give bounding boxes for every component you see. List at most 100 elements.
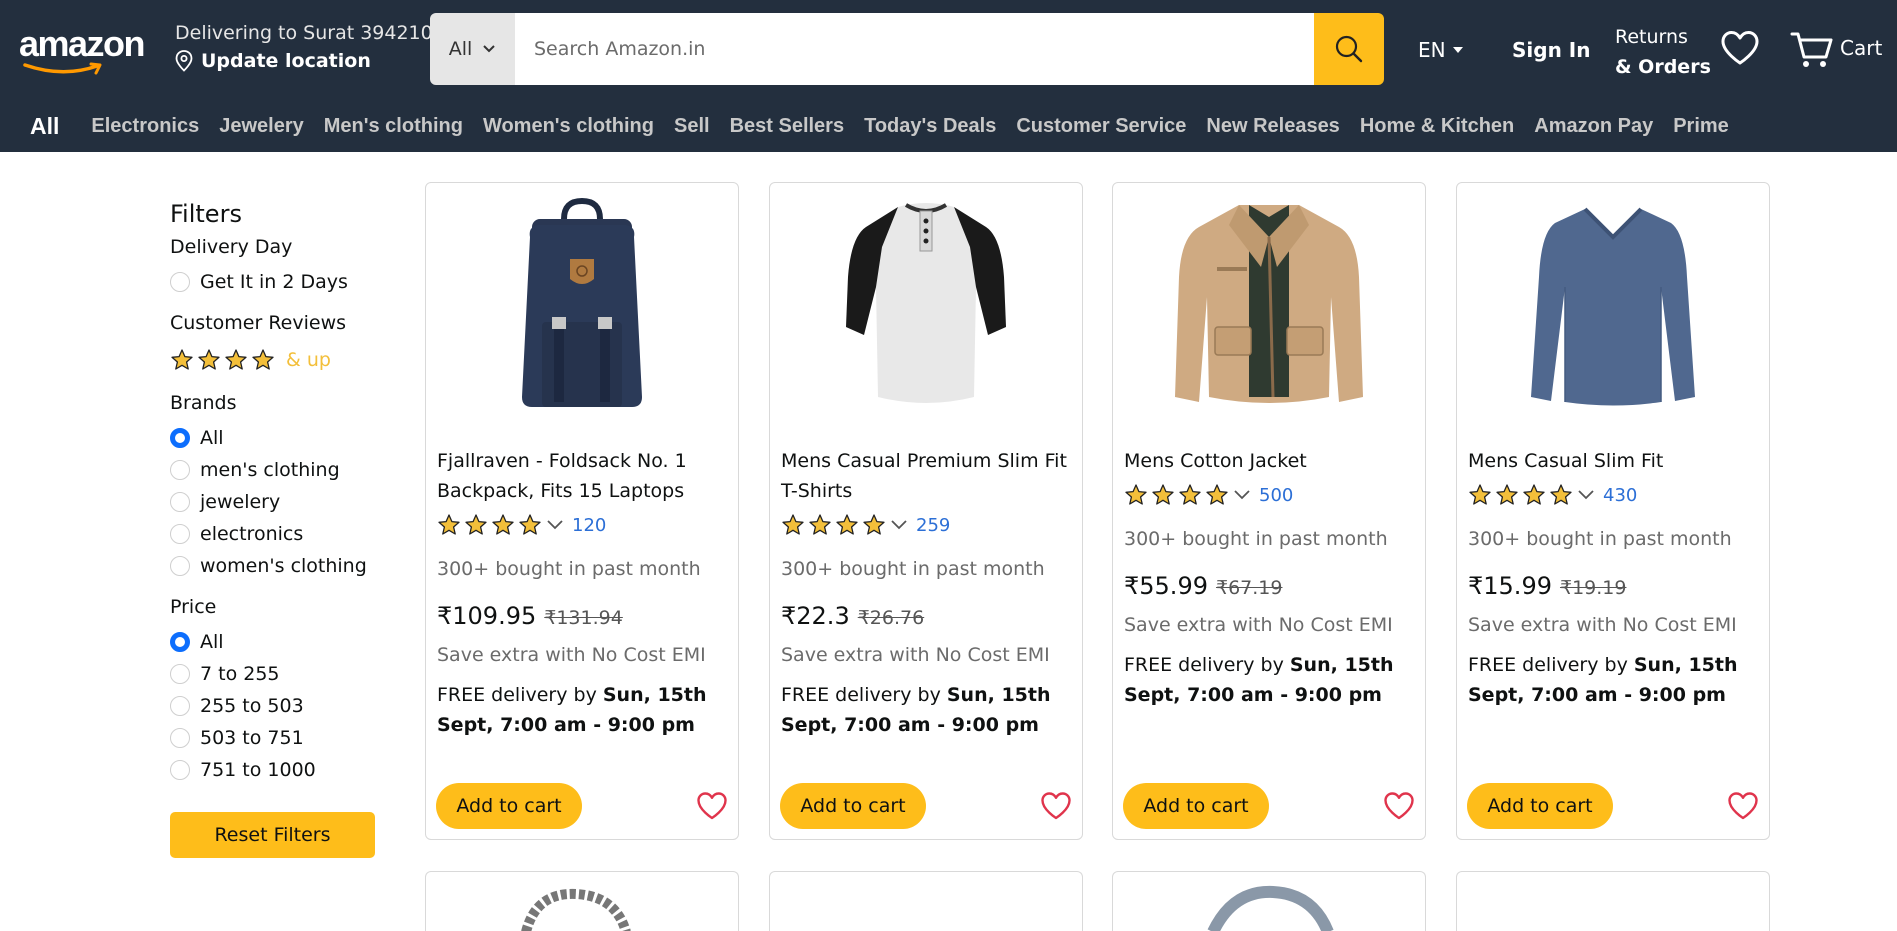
product-rating[interactable]: 500	[1124, 478, 1417, 512]
rating-count[interactable]: 120	[572, 515, 606, 536]
current-price: ₹109.95	[437, 602, 537, 630]
product-card[interactable]: Mens Casual Slim Fit 430 300+ bought in …	[1456, 182, 1770, 840]
nav-item-sell[interactable]: Sell	[674, 115, 710, 138]
radio-button[interactable]	[170, 272, 190, 292]
radio-button[interactable]	[170, 728, 190, 748]
brand-option-womens-clothing[interactable]: women's clothing	[170, 550, 380, 582]
nav-all[interactable]: All	[30, 113, 59, 140]
nav-item-mens-clothing[interactable]: Men's clothing	[324, 115, 463, 138]
radio-button[interactable]	[170, 556, 190, 576]
search-input[interactable]	[515, 13, 1314, 85]
heart-icon	[1721, 31, 1759, 65]
brand-option-electronics[interactable]: electronics	[170, 518, 380, 550]
product-card[interactable]: Mens Casual Premium Slim Fit T-Shirts 25…	[769, 182, 1083, 840]
price-option-7-255[interactable]: 7 to 255	[170, 658, 380, 690]
radio-button[interactable]	[170, 524, 190, 544]
product-rating[interactable]: 430	[1468, 478, 1761, 512]
reviews-4-stars-up-filter[interactable]: & up	[170, 342, 380, 378]
current-price: ₹55.99	[1124, 572, 1208, 600]
product-title[interactable]: Mens Casual Premium Slim Fit T-Shirts	[781, 446, 1074, 506]
nav-item-jewelery[interactable]: Jewelery	[219, 115, 304, 138]
star-icon	[252, 349, 274, 370]
price-option-751-1000[interactable]: 751 to 1000	[170, 754, 380, 786]
radio-button[interactable]	[170, 664, 190, 684]
product-title[interactable]: Mens Casual Slim Fit	[1468, 446, 1761, 476]
delivery-option-2-days[interactable]: Get It in 2 Days	[170, 266, 380, 298]
nav-item-todays-deals[interactable]: Today's Deals	[864, 115, 996, 138]
wishlist-heart-icon[interactable]	[1727, 791, 1759, 821]
product-image-ring[interactable]	[1113, 872, 1425, 931]
star-icon	[225, 349, 247, 370]
product-card[interactable]: Mens Cotton Jacket 500 300+ bought in pa…	[1112, 182, 1426, 840]
radio-button[interactable]	[170, 428, 190, 448]
price-option-all[interactable]: All	[170, 626, 380, 658]
product-rating[interactable]: 259	[781, 508, 1074, 542]
product-card[interactable]	[769, 871, 1083, 931]
returns-orders-link[interactable]: Returns & Orders	[1615, 22, 1711, 82]
search-category-dropdown[interactable]: All	[430, 13, 515, 85]
bought-count: 300+ bought in past month	[1468, 528, 1732, 550]
search-button[interactable]	[1314, 13, 1384, 85]
product-image-raglan-tshirt[interactable]	[770, 197, 1082, 412]
product-title[interactable]: Mens Cotton Jacket	[1124, 446, 1417, 476]
emi-text: Save extra with No Cost EMI	[437, 644, 706, 666]
product-image-jacket[interactable]	[1113, 197, 1425, 412]
nav-item-best-sellers[interactable]: Best Sellers	[730, 115, 845, 138]
add-to-cart-button[interactable]: Add to cart	[1467, 783, 1613, 829]
radio-button[interactable]	[170, 696, 190, 716]
radio-button[interactable]	[170, 492, 190, 512]
star-icon	[1523, 484, 1545, 505]
emi-text: Save extra with No Cost EMI	[1468, 614, 1737, 636]
brand-option-mens-clothing[interactable]: men's clothing	[170, 454, 380, 486]
nav-item-electronics[interactable]: Electronics	[91, 115, 199, 138]
chevron-down-icon	[891, 520, 907, 530]
price-option-255-503[interactable]: 255 to 503	[170, 690, 380, 722]
rating-count[interactable]: 500	[1259, 485, 1293, 506]
category-nav: All Electronics Jewelery Men's clothing …	[0, 100, 1897, 152]
sign-in-link[interactable]: Sign In	[1512, 38, 1590, 62]
price-option-503-751[interactable]: 503 to 751	[170, 722, 380, 754]
product-card[interactable]	[1112, 871, 1426, 931]
product-image-backpack[interactable]	[426, 197, 738, 412]
delivery-location[interactable]: Delivering to Surat 394210 Update locati…	[175, 22, 433, 72]
reset-filters-button[interactable]: Reset Filters	[170, 812, 375, 858]
update-location-link[interactable]: Update location	[201, 50, 371, 72]
brand-option-jewelery[interactable]: jewelery	[170, 486, 380, 518]
language-selector[interactable]: EN	[1418, 38, 1464, 62]
and-up-label: & up	[286, 349, 331, 371]
rating-count[interactable]: 259	[916, 515, 950, 536]
filters-panel: Filters Delivery Day Get It in 2 Days Cu…	[170, 200, 380, 858]
delivery-info: FREE delivery by Sun, 15th Sept, 7:00 am…	[1124, 654, 1394, 706]
nav-item-customer-service[interactable]: Customer Service	[1016, 115, 1186, 138]
nav-item-prime[interactable]: Prime	[1673, 115, 1729, 138]
nav-item-new-releases[interactable]: New Releases	[1206, 115, 1339, 138]
radio-button[interactable]	[170, 760, 190, 780]
product-image-longsleeve[interactable]	[1457, 197, 1769, 412]
nav-item-amazon-pay[interactable]: Amazon Pay	[1534, 115, 1653, 138]
rating-count[interactable]: 430	[1603, 485, 1637, 506]
nav-item-womens-clothing[interactable]: Women's clothing	[483, 115, 654, 138]
amazon-logo[interactable]: amazon	[19, 26, 149, 78]
add-to-cart-button[interactable]: Add to cart	[1123, 783, 1269, 829]
product-rating[interactable]: 120	[437, 508, 730, 542]
radio-button[interactable]	[170, 460, 190, 480]
product-title[interactable]: Fjallraven - Foldsack No. 1 Backpack, Fi…	[437, 446, 730, 506]
wishlist-heart-icon[interactable]	[696, 791, 728, 821]
cart-button[interactable]: Cart	[1790, 30, 1882, 70]
nav-item-home-kitchen[interactable]: Home & Kitchen	[1360, 115, 1514, 138]
star-icon	[465, 514, 487, 535]
wishlist-heart-icon[interactable]	[1040, 791, 1072, 821]
product-image-bracelet[interactable]	[426, 872, 738, 931]
product-card[interactable]: Fjallraven - Foldsack No. 1 Backpack, Fi…	[425, 182, 739, 840]
cart-icon	[1790, 32, 1833, 67]
product-card[interactable]	[1456, 871, 1770, 931]
add-to-cart-button[interactable]: Add to cart	[436, 783, 582, 829]
chevron-down-icon	[1234, 490, 1250, 500]
product-card[interactable]	[425, 871, 739, 931]
radio-button[interactable]	[170, 632, 190, 652]
star-icon	[863, 514, 885, 535]
wishlist-button[interactable]	[1720, 30, 1760, 71]
brand-option-all[interactable]: All	[170, 422, 380, 454]
add-to-cart-button[interactable]: Add to cart	[780, 783, 926, 829]
wishlist-heart-icon[interactable]	[1383, 791, 1415, 821]
